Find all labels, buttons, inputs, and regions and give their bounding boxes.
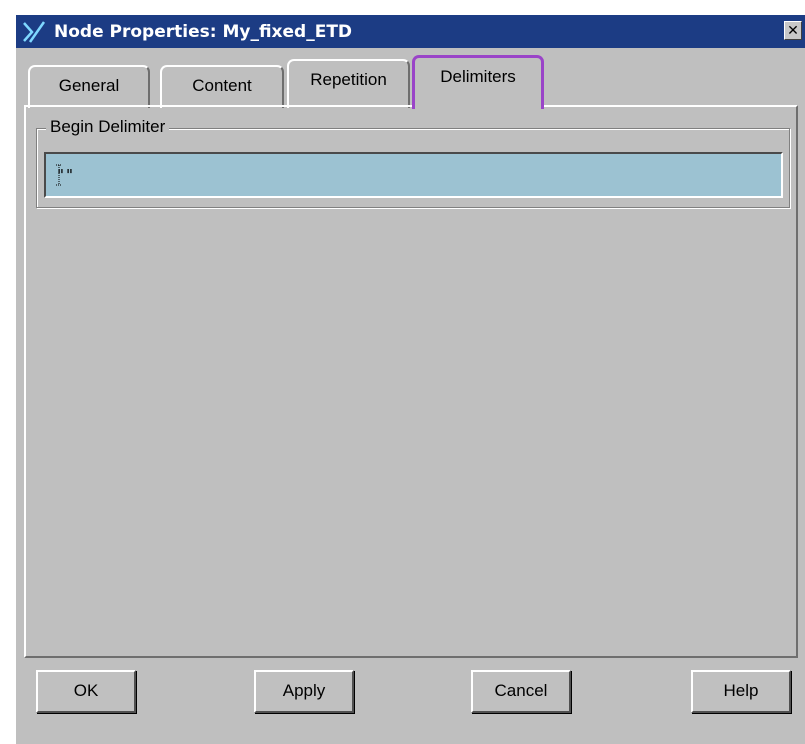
tab-content[interactable]: Content [160,65,284,108]
apply-button[interactable]: Apply [254,670,354,713]
tab-general[interactable]: General [28,65,150,108]
tab-delimiters[interactable]: Delimiters [412,55,544,109]
x-logo-icon [23,21,46,43]
close-icon[interactable]: ✕ [784,21,802,40]
node-properties-dialog: Node Properties: My_fixed_ETD ✕ General … [16,15,805,744]
begin-delimiter-label: Begin Delimiter [46,117,170,137]
title-bar[interactable]: Node Properties: My_fixed_ETD ✕ [16,15,805,48]
delimiters-panel: Begin Delimiter [24,105,798,658]
text-cursor-icon [56,164,62,186]
help-button[interactable]: Help [691,670,791,713]
ok-button[interactable]: OK [36,670,136,713]
window-title: Node Properties: My_fixed_ETD [54,22,353,42]
begin-delimiter-input[interactable] [44,152,783,198]
tab-repetition[interactable]: Repetition [287,59,410,108]
cancel-button[interactable]: Cancel [471,670,571,713]
